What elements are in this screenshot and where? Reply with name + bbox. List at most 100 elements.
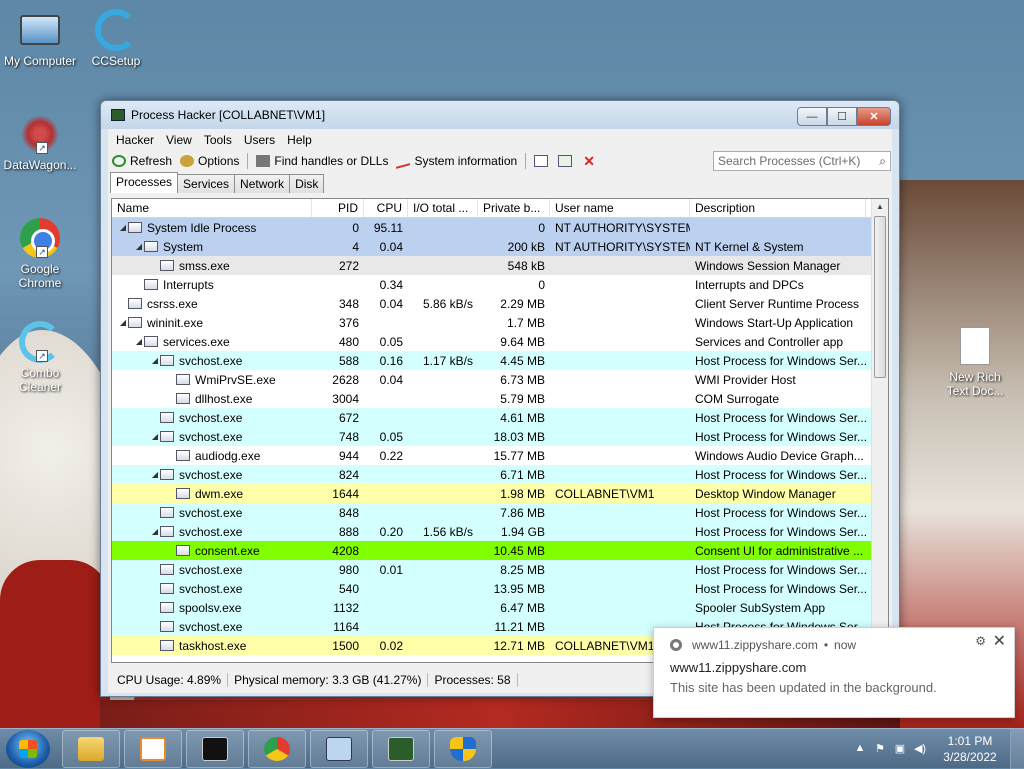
menu-view[interactable]: View xyxy=(160,133,198,147)
process-pid: 848 xyxy=(338,505,359,520)
menu-tools[interactable]: Tools xyxy=(198,133,238,147)
minimize-button[interactable]: — xyxy=(797,107,827,126)
column-name[interactable]: Name xyxy=(112,199,312,217)
process-name-cell: ◢ wininit.exe xyxy=(112,316,312,330)
expand-triangle-icon[interactable]: ◢ xyxy=(150,432,160,441)
window-arrow-icon[interactable] xyxy=(558,155,573,167)
process-cpu: 0.34 xyxy=(379,277,403,292)
chevron-up-icon[interactable]: ▲ xyxy=(853,742,867,756)
expand-triangle-icon[interactable]: ◢ xyxy=(134,242,144,251)
window-icon[interactable] xyxy=(534,155,549,167)
column-user-name[interactable]: User name xyxy=(550,199,690,217)
expand-triangle-icon[interactable]: ◢ xyxy=(150,356,160,365)
process-icon xyxy=(160,260,174,271)
column-cpu[interactable]: CPU xyxy=(364,199,408,217)
table-row[interactable]: ◢ System Idle Process 0 95.11 0 NT AUTHORITY\… xyxy=(112,218,888,237)
table-row[interactable]: dwm.exe 1644 1.98 MB COLLABNET\VM1 Desktop W… xyxy=(112,484,888,503)
process-icon xyxy=(160,602,174,613)
tab-network[interactable]: Network xyxy=(234,174,291,193)
process-name: taskhost.exe xyxy=(179,638,247,653)
table-row[interactable]: dllhost.exe 3004 5.79 MB COM Surrogate xyxy=(112,389,888,408)
table-row[interactable]: svchost.exe 980 0.01 8.25 MB Host Process fo… xyxy=(112,560,888,579)
table-row[interactable]: svchost.exe 540 13.95 MB Host Process for W… xyxy=(112,579,888,598)
process-name: services.exe xyxy=(163,334,230,349)
expand-triangle-icon[interactable]: ◢ xyxy=(134,337,144,346)
expand-triangle-icon[interactable]: ◢ xyxy=(150,527,160,536)
find-handles-button[interactable]: Find handles or DLLs xyxy=(256,154,388,168)
close-icon[interactable]: ✕ xyxy=(993,631,1006,651)
table-row[interactable]: smss.exe 272 548 kB Windows Session Manager xyxy=(112,256,888,275)
taskbar-uac[interactable] xyxy=(434,729,492,768)
table-row[interactable]: svchost.exe 848 7.86 MB Host Process for Wi… xyxy=(112,503,888,522)
column-io-total[interactable]: I/O total ... xyxy=(408,199,478,217)
taskbar-media-player[interactable] xyxy=(124,729,182,768)
menu-users[interactable]: Users xyxy=(238,133,281,147)
taskbar-cmd[interactable] xyxy=(186,729,244,768)
volume-icon[interactable]: ◀) xyxy=(913,742,927,756)
column-private-bytes[interactable]: Private b... xyxy=(478,199,550,217)
table-row[interactable]: csrss.exe 348 0.04 5.86 kB/s 2.29 MB Client S… xyxy=(112,294,888,313)
taskbar-explorer[interactable] xyxy=(62,729,120,768)
taskbar-chrome[interactable] xyxy=(248,729,306,768)
desktop-icon-label: Combo Cleaner xyxy=(18,366,62,394)
tab-processes[interactable]: Processes xyxy=(110,172,179,193)
scroll-thumb[interactable] xyxy=(874,216,886,378)
table-row[interactable]: ◢ services.exe 480 0.05 9.64 MB Services and … xyxy=(112,332,888,351)
start-button[interactable] xyxy=(6,729,50,768)
shortcut-arrow-icon: ↗ xyxy=(36,142,48,154)
refresh-button[interactable]: Refresh xyxy=(112,154,172,168)
expand-triangle-icon[interactable]: ◢ xyxy=(118,318,128,327)
terminate-icon[interactable]: ✕ xyxy=(582,154,596,168)
action-center-flag-icon[interactable]: ⚑ xyxy=(873,742,887,756)
network-status-icon[interactable]: ▣ xyxy=(893,742,907,756)
gear-icon[interactable]: ⚙ xyxy=(975,634,986,648)
process-list[interactable]: Name PID CPU I/O total ... Private b... … xyxy=(111,198,889,663)
process-icon xyxy=(128,317,142,328)
table-row[interactable]: WmiPrvSE.exe 2628 0.04 6.73 MB WMI Provider … xyxy=(112,370,888,389)
table-row[interactable]: ◢ svchost.exe 748 0.05 18.03 MB Host Process … xyxy=(112,427,888,446)
vertical-scrollbar[interactable]: ▲ xyxy=(871,199,888,662)
system-information-button[interactable]: System information xyxy=(396,153,517,169)
table-row[interactable]: ◢ svchost.exe 888 0.20 1.56 kB/s 1.94 GB Host … xyxy=(112,522,888,541)
title-bar[interactable]: Process Hacker [COLLABNET\VM1] — ☐ ✕ xyxy=(101,101,899,129)
show-desktop-button[interactable] xyxy=(1010,729,1024,769)
table-row[interactable]: spoolsv.exe 1132 6.47 MB Spooler SubSystem … xyxy=(112,598,888,617)
close-button[interactable]: ✕ xyxy=(857,107,891,126)
table-row[interactable]: audiodg.exe 944 0.22 15.77 MB Windows Audio … xyxy=(112,446,888,465)
scroll-up-icon[interactable]: ▲ xyxy=(872,199,888,215)
desktop-icon-ccsetup[interactable]: CCSetup xyxy=(76,8,156,68)
system-tray: ▲ ⚑ ▣ ◀) 1:01 PM 3/28/2022 xyxy=(850,729,1024,769)
desktop-icon-datawagon[interactable]: ↗ DataWagon... xyxy=(0,112,80,172)
search-processes-input[interactable]: Search Processes (Ctrl+K) ⌕ xyxy=(713,151,891,171)
expand-triangle-icon[interactable]: ◢ xyxy=(118,223,128,232)
notification-toast[interactable]: www11.zippyshare.com • now www11.zippysh… xyxy=(653,627,1015,718)
process-hacker-window[interactable]: Process Hacker [COLLABNET\VM1] — ☐ ✕ Hac… xyxy=(100,100,900,697)
tab-disk[interactable]: Disk xyxy=(289,174,325,193)
process-cpu: 0.01 xyxy=(379,562,403,577)
clock[interactable]: 1:01 PM 3/28/2022 xyxy=(930,733,1010,765)
table-row[interactable]: consent.exe 4208 10.45 MB Consent UI for ad… xyxy=(112,541,888,560)
options-button[interactable]: Options xyxy=(180,154,239,168)
maximize-button[interactable]: ☐ xyxy=(827,107,857,126)
desktop-icon-chrome[interactable]: ↗ Google Chrome xyxy=(0,216,80,290)
tab-services[interactable]: Services xyxy=(177,174,236,193)
desktop-icon-combo-cleaner[interactable]: ↗ Combo Cleaner xyxy=(0,320,80,394)
table-row[interactable]: ◢ svchost.exe 824 6.71 MB Host Process for W… xyxy=(112,465,888,484)
column-description[interactable]: Description xyxy=(690,199,866,217)
table-row[interactable]: ◢ wininit.exe 376 1.7 MB Windows Start-Up Ap… xyxy=(112,313,888,332)
taskbar-process-hacker[interactable] xyxy=(372,729,430,768)
process-cpu: 0.05 xyxy=(379,334,403,349)
process-description: Host Process for Windows Ser... xyxy=(695,562,866,577)
expand-triangle-icon[interactable]: ◢ xyxy=(150,470,160,479)
table-row[interactable]: ◢ svchost.exe 588 0.16 1.17 kB/s 4.45 MB Host … xyxy=(112,351,888,370)
process-name-cell: consent.exe xyxy=(112,544,312,558)
desktop-icon-rich-text[interactable]: New Rich Text Doc... xyxy=(935,324,1015,398)
menu-help[interactable]: Help xyxy=(281,133,318,147)
table-row[interactable]: svchost.exe 672 4.61 MB Host Process for Wi… xyxy=(112,408,888,427)
desktop-icon-my-computer[interactable]: My Computer xyxy=(0,8,80,68)
column-pid[interactable]: PID xyxy=(312,199,364,217)
menu-hacker[interactable]: Hacker xyxy=(110,133,160,147)
table-row[interactable]: Interrupts 0.34 0 Interrupts and DPCs xyxy=(112,275,888,294)
taskbar-network[interactable] xyxy=(310,729,368,768)
table-row[interactable]: ◢ System 4 0.04 200 kB NT AUTHORITY\SYSTEM NT … xyxy=(112,237,888,256)
